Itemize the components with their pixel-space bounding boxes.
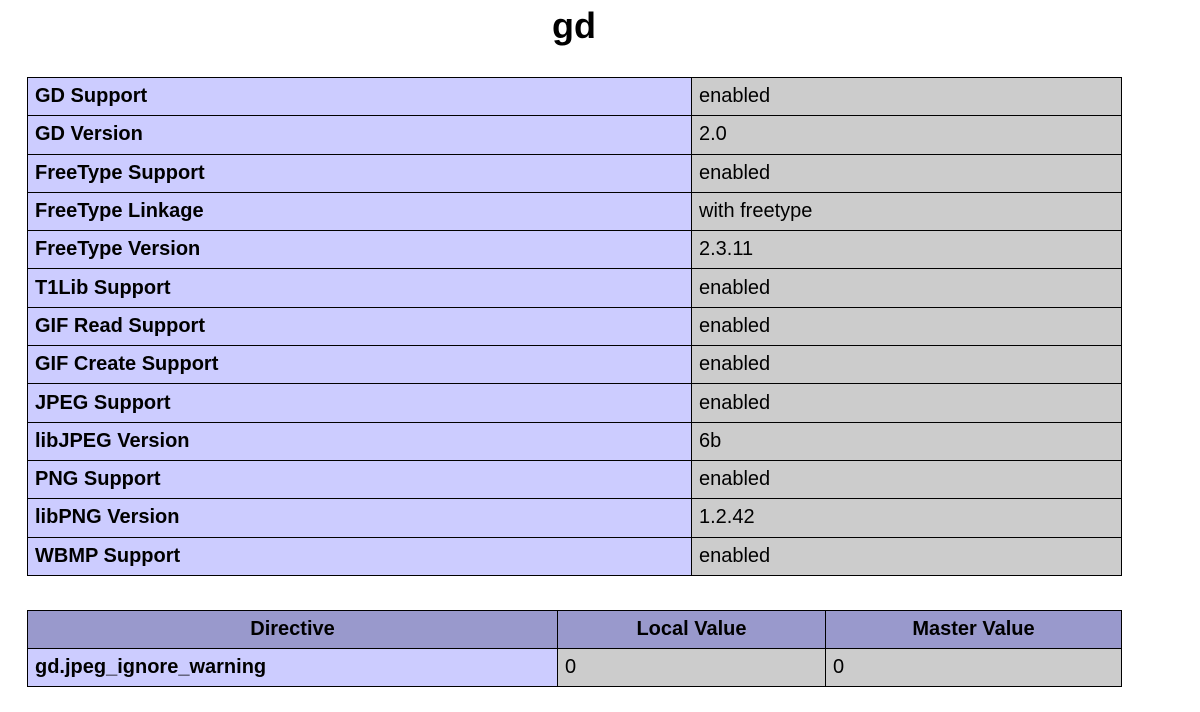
setting-name: JPEG Support [27, 383, 692, 423]
directive-header-row: Directive Local Value Master Value [27, 610, 1122, 649]
gd-info-table-body: GD Support enabled GD Version 2.0 FreeType S… [27, 76, 1122, 576]
table-row: libJPEG Version 6b [27, 421, 1122, 461]
setting-value: enabled [691, 345, 1122, 385]
table-row: FreeType Support enabled [27, 153, 1122, 193]
setting-value: with freetype [691, 191, 1122, 232]
setting-value: enabled [691, 268, 1122, 308]
setting-name: GD Support [27, 76, 692, 117]
table-row: FreeType Linkage with freetype [27, 191, 1122, 232]
setting-value: enabled [691, 383, 1122, 423]
table-row: gd.jpeg_ignore_warning 0 0 [27, 648, 1122, 687]
table-row: GIF Create Support enabled [27, 345, 1122, 385]
table-row: PNG Support enabled [27, 459, 1122, 500]
setting-name: GD Version [27, 115, 692, 155]
local-value: 0 [557, 648, 826, 687]
table-row: GD Support enabled [27, 76, 1122, 117]
setting-value: enabled [691, 76, 1122, 117]
setting-name: FreeType Version [27, 230, 692, 270]
setting-value: enabled [691, 153, 1122, 193]
setting-value: enabled [691, 459, 1122, 500]
setting-name: GIF Create Support [27, 345, 692, 385]
gd-info-table: GD Support enabled GD Version 2.0 FreeType S… [27, 76, 1122, 576]
setting-name: FreeType Linkage [27, 191, 692, 232]
setting-name: FreeType Support [27, 153, 692, 193]
column-header-directive: Directive [27, 610, 558, 649]
table-row: GIF Read Support enabled [27, 306, 1122, 347]
setting-name: T1Lib Support [27, 268, 692, 308]
master-value: 0 [825, 648, 1122, 687]
directive-table-body: gd.jpeg_ignore_warning 0 0 [27, 648, 1122, 687]
setting-value: enabled [691, 536, 1122, 576]
setting-name: GIF Read Support [27, 306, 692, 347]
table-row: T1Lib Support enabled [27, 268, 1122, 308]
setting-name: WBMP Support [27, 536, 692, 576]
setting-value: 2.3.11 [691, 230, 1122, 270]
directive-name: gd.jpeg_ignore_warning [27, 648, 558, 687]
setting-name: libJPEG Version [27, 421, 692, 461]
column-header-master-value: Master Value [825, 610, 1122, 649]
setting-value: 2.0 [691, 115, 1122, 155]
setting-value: enabled [691, 306, 1122, 347]
directive-table: Directive Local Value Master Value gd.jp… [27, 610, 1122, 687]
table-row: WBMP Support enabled [27, 536, 1122, 576]
table-row: GD Version 2.0 [27, 115, 1122, 155]
setting-value: 1.2.42 [691, 498, 1122, 538]
table-row: libPNG Version 1.2.42 [27, 498, 1122, 538]
table-row: FreeType Version 2.3.11 [27, 230, 1122, 270]
setting-value: 6b [691, 421, 1122, 461]
section-title: gd [552, 5, 596, 46]
table-row: JPEG Support enabled [27, 383, 1122, 423]
setting-name: libPNG Version [27, 498, 692, 538]
column-header-local-value: Local Value [557, 610, 826, 649]
setting-name: PNG Support [27, 459, 692, 500]
